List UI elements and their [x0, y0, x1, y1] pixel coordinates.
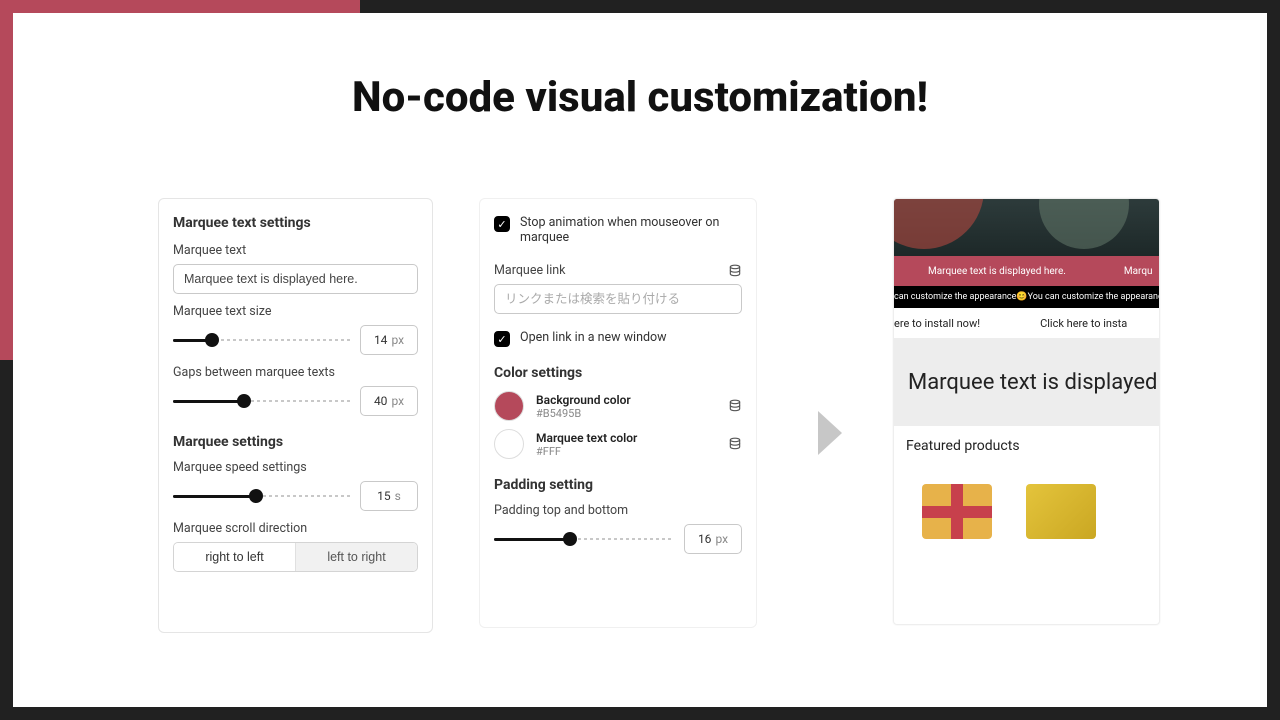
panel-marquee-other-settings: ✓ Stop animation when mouseover on marqu…: [479, 198, 757, 628]
slider-text-size[interactable]: [173, 326, 350, 354]
color-hex-bg: #B5495B: [536, 407, 716, 420]
checkbox-open-new-window[interactable]: ✓: [494, 331, 510, 347]
slider-padding[interactable]: [494, 525, 674, 553]
section-title: Marquee text settings: [173, 215, 418, 231]
label-direction: Marquee scroll direction: [173, 521, 418, 536]
preview-marquee-tertiary: ere to install now! Click here to insta: [894, 308, 1159, 338]
seg-right-to-left[interactable]: right to left: [174, 543, 295, 571]
numbox-speed[interactable]: 15 s: [360, 481, 418, 511]
page-headline: No-code visual customization!: [13, 73, 1267, 122]
section-title-padding: Padding setting: [494, 477, 742, 493]
label-gaps: Gaps between marquee texts: [173, 365, 418, 380]
numbox-padding[interactable]: 16 px: [684, 524, 742, 554]
arrow-right-icon: [815, 408, 845, 458]
slider-speed[interactable]: [173, 482, 350, 510]
label-padding: Padding top and bottom: [494, 503, 742, 518]
section-title-settings: Marquee settings: [173, 434, 418, 450]
slider-gaps[interactable]: [173, 387, 350, 415]
preview-product-cube: [1026, 484, 1096, 539]
input-marquee-text[interactable]: [173, 264, 418, 294]
preview-hero: [894, 199, 1159, 256]
label-text-size: Marquee text size: [173, 304, 418, 319]
label-speed: Marquee speed settings: [173, 460, 418, 475]
seg-left-to-right[interactable]: left to right: [295, 543, 417, 571]
preview-marquee-primary: Marquee text is displayed here. Marqu: [894, 256, 1159, 286]
preview-marquee-large: Marquee text is displayed h: [894, 338, 1159, 426]
panel-marquee-text-settings: Marquee text settings Marquee text Marqu…: [158, 198, 433, 633]
input-marquee-link[interactable]: [494, 284, 742, 314]
label-marquee-text: Marquee text: [173, 243, 418, 258]
database-icon: [728, 437, 742, 451]
checkbox-stop-on-hover[interactable]: ✓: [494, 216, 510, 232]
color-hex-fg: #FFF: [536, 445, 716, 458]
numbox-gaps[interactable]: 40 px: [360, 386, 418, 416]
numbox-text-size[interactable]: 14 px: [360, 325, 418, 355]
numbox-value: 14: [374, 333, 388, 347]
section-title-colors: Color settings: [494, 365, 742, 381]
database-icon: [728, 399, 742, 413]
preview-card: Marquee text is displayed here. Marqu ca…: [893, 198, 1160, 625]
label-stop-on-hover: Stop animation when mouseover on marquee: [520, 215, 742, 245]
swatch-background-color[interactable]: [494, 391, 524, 421]
preview-marquee-secondary: can customize the appearance😊You can cus…: [894, 286, 1159, 308]
preview-featured-title: Featured products: [894, 426, 1159, 454]
label-marquee-link: Marquee link: [494, 263, 720, 278]
preview-product-row: [894, 454, 1159, 539]
swatch-text-color[interactable]: [494, 429, 524, 459]
color-name-bg: Background color: [536, 393, 716, 407]
color-name-fg: Marquee text color: [536, 431, 716, 445]
segmented-direction: right to left left to right: [173, 542, 418, 572]
label-open-new-window: Open link in a new window: [520, 330, 667, 345]
database-icon: [728, 264, 742, 278]
numbox-unit: px: [391, 333, 404, 347]
preview-product-gift: [922, 484, 992, 539]
stage: No-code visual customization! Marquee te…: [13, 13, 1267, 707]
